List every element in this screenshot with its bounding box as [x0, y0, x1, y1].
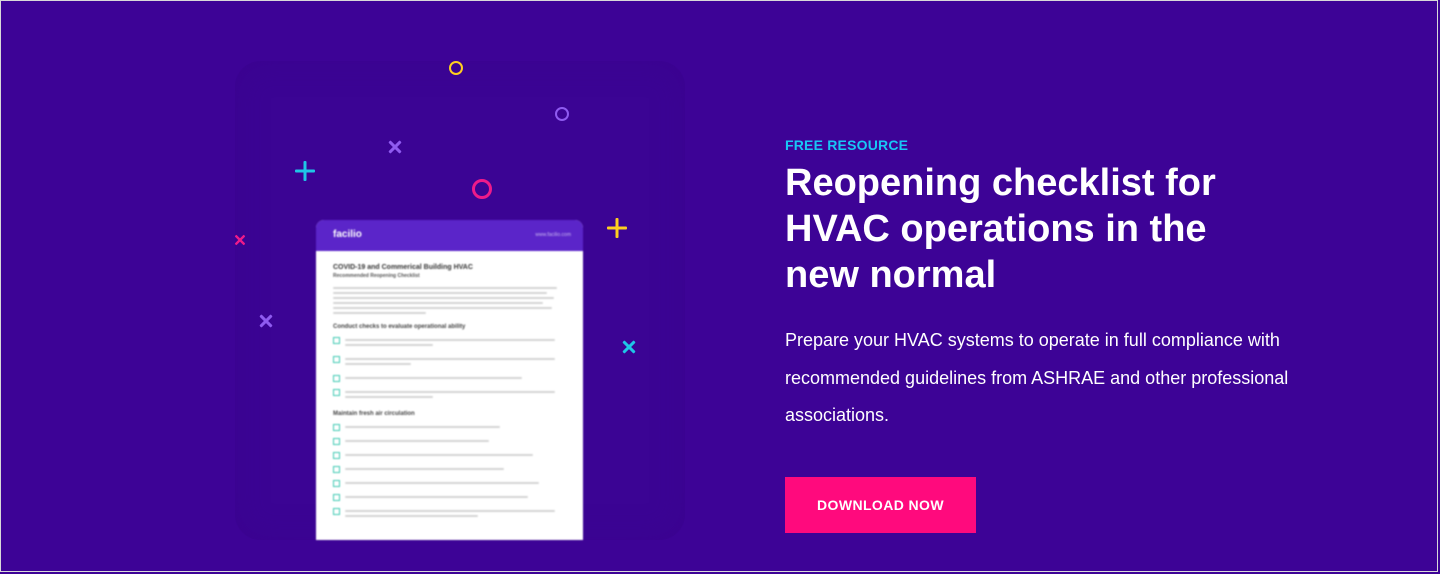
checklist-item — [333, 479, 566, 487]
violet-cross-icon — [385, 137, 405, 157]
document-intro-text — [333, 287, 566, 314]
checklist-item — [333, 388, 566, 401]
checklist-item — [333, 374, 566, 382]
checklist-item — [333, 437, 566, 445]
yellow-circle-icon — [449, 61, 463, 75]
violet-cross-icon — [256, 311, 276, 331]
checkbox-icon — [333, 375, 340, 382]
checkbox-icon — [333, 466, 340, 473]
checkbox-icon — [333, 494, 340, 501]
checkbox-icon — [333, 356, 340, 363]
yellow-plus-icon — [607, 218, 627, 238]
document-url: www.facilio.com — [535, 232, 571, 238]
checkbox-icon — [333, 452, 340, 459]
document-subtitle: Recommended Reopening Checklist — [333, 273, 420, 279]
pink-circle-icon — [472, 179, 492, 199]
checklist-item — [333, 336, 566, 349]
document-section-heading: Conduct checks to evaluate operational a… — [333, 324, 466, 330]
checklist-item — [333, 465, 566, 473]
checklist-item — [333, 355, 566, 368]
cyan-cross-icon — [619, 337, 639, 357]
cyan-plus-icon — [295, 161, 315, 181]
document-section-heading: Maintain fresh air circulation — [333, 411, 415, 417]
document-header: facilio www.facilio.com — [316, 220, 583, 251]
page-title: Reopening checklist for HVAC operations … — [785, 162, 1216, 296]
document-brand-logo: facilio — [333, 229, 362, 240]
violet-circle-icon — [555, 107, 569, 121]
checklist-item — [333, 507, 566, 520]
checkbox-icon — [333, 508, 340, 515]
pink-cross-icon — [232, 232, 248, 248]
checkbox-icon — [333, 480, 340, 487]
hero-description: Prepare your HVAC systems to operate in … — [785, 330, 1289, 425]
checkbox-icon — [333, 337, 340, 344]
download-now-button[interactable]: DOWNLOAD NOW — [785, 477, 976, 533]
checkbox-icon — [333, 438, 340, 445]
document-title: COVID-19 and Commerical Building HVAC — [333, 264, 473, 271]
checklist-item — [333, 493, 566, 501]
checklist-item — [333, 423, 566, 431]
checklist-item — [333, 451, 566, 459]
eyebrow-label: FREE RESOURCE — [785, 137, 909, 153]
checkbox-icon — [333, 389, 340, 396]
checklist-document-preview: facilio www.facilio.com COVID-19 and Com… — [316, 220, 583, 540]
checkbox-icon — [333, 424, 340, 431]
